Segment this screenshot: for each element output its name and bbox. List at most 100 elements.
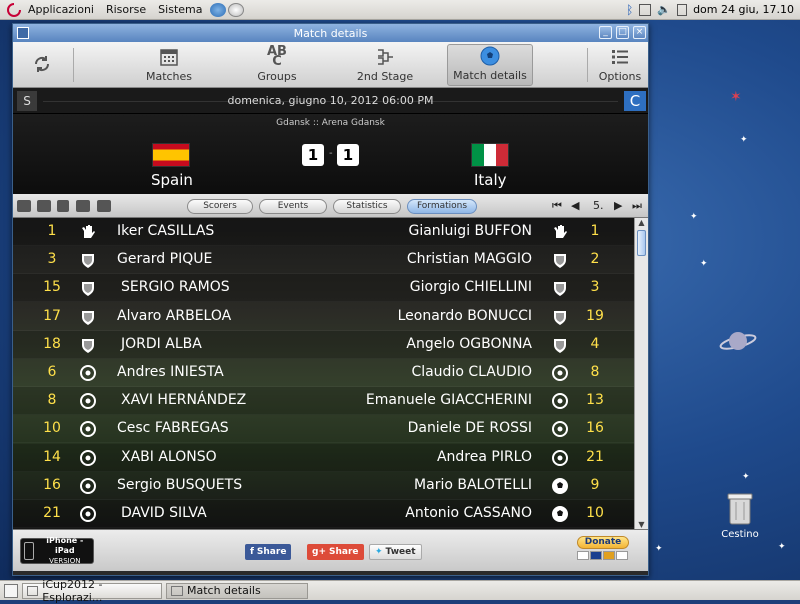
donate-button[interactable]: Donate: [577, 536, 633, 566]
gplus-share-button[interactable]: g+ Share: [307, 544, 364, 560]
lineup-row[interactable]: 10 Cesc FABREGAS Daniele DE ROSSI 16: [13, 415, 635, 444]
facebook-share-label: Share: [256, 547, 287, 557]
home-shield-icon: [79, 336, 97, 354]
list-scrollbar[interactable]: ▲ ▼: [634, 218, 648, 529]
formations-list[interactable]: 1 Iker CASILLAS Gianluigi BUFFON 1 3 Gerard P…: [13, 218, 648, 529]
home-player-name: Sergio BUSQUETS: [117, 476, 243, 493]
home-shield-icon: [79, 279, 97, 297]
debian-logo-icon[interactable]: [6, 2, 22, 18]
refresh-button[interactable]: [27, 44, 57, 86]
tab-scorers[interactable]: Scorers: [187, 199, 253, 214]
flag-view-icon[interactable]: [57, 200, 69, 212]
toolbar-2nd-stage-button[interactable]: 2nd Stage: [349, 44, 421, 86]
browser-launcher-icon[interactable]: [210, 2, 227, 17]
facebook-share-button[interactable]: f Share: [245, 544, 292, 560]
bracket-icon: [378, 49, 393, 65]
lineup-row[interactable]: 8 XAVI HERNÁNDEZ Emanuele GIACCHERINI 13: [13, 387, 635, 416]
toolbar-matches-button[interactable]: Matches: [133, 44, 205, 86]
home-target-icon: [79, 477, 97, 495]
scroll-up-icon[interactable]: ▲: [635, 218, 648, 227]
lineup-row[interactable]: 1 Iker CASILLAS Gianluigi BUFFON 1: [13, 218, 635, 246]
players-view-icon[interactable]: [76, 200, 90, 212]
show-desktop-icon[interactable]: [4, 583, 18, 598]
lineup-row[interactable]: 3 Gerard PIQUE Christian MAGGIO 2: [13, 246, 635, 275]
app-footer: iPhone - iPad VERSION f Share g+ Share ✦ Tw…: [13, 529, 648, 571]
menu-places[interactable]: Risorse: [100, 3, 152, 16]
substitutes-view-icon[interactable]: [37, 200, 51, 212]
clock[interactable]: dom 24 giu, 17.10: [693, 3, 794, 16]
scroll-thumb[interactable]: [637, 230, 646, 256]
twitter-bird-icon: ✦: [375, 547, 383, 557]
away-ball-icon: [551, 477, 569, 495]
scroll-down-icon[interactable]: ▼: [635, 520, 648, 529]
away-player-name: Christian MAGGIO: [406, 251, 532, 268]
next-page-icon[interactable]: ▶: [614, 199, 622, 212]
tab-formations[interactable]: Formations: [407, 199, 477, 214]
last-page-icon[interactable]: ⏭: [632, 199, 642, 213]
away-target-icon: [551, 364, 569, 382]
planet-icon[interactable]: [718, 322, 758, 365]
window-title: Match details: [293, 26, 368, 40]
toolbar-options-button[interactable]: Options: [595, 44, 645, 86]
lineup-row[interactable]: 17 Alvaro ARBELOA Leonardo BONUCCI 19: [13, 303, 635, 331]
lineup-row[interactable]: 15 SERGIO RAMOS Giorgio CHIELLINI 3: [13, 274, 635, 303]
tweet-label: Tweet: [385, 547, 416, 557]
home-shirt-number: 10: [43, 420, 61, 437]
home-player-name: Iker CASILLAS: [117, 223, 215, 239]
battery-icon[interactable]: [677, 3, 688, 16]
toolbar-match-details-button[interactable]: Match details: [447, 44, 533, 86]
trash-desktop-icon[interactable]: Cestino: [715, 490, 765, 540]
first-page-icon[interactable]: ⏮: [552, 199, 562, 213]
away-player-name: Gianluigi BUFFON: [408, 223, 532, 239]
team-view-icon[interactable]: [97, 200, 111, 212]
home-player-name: XABI ALONSO: [121, 448, 217, 465]
lineup-row[interactable]: 6 Andres INIESTA Claudio CLAUDIO 8: [13, 359, 635, 387]
window-titlebar[interactable]: Match details _ □ ×: [13, 24, 648, 42]
menu-system[interactable]: Sistema: [152, 3, 208, 16]
minimize-button[interactable]: _: [599, 26, 612, 39]
menu-applications[interactable]: Applicazioni: [22, 3, 100, 16]
maximize-button[interactable]: □: [616, 26, 629, 39]
away-shield-icon: [551, 336, 569, 354]
soccer-ball-icon: [480, 46, 500, 66]
group-right-box[interactable]: C: [624, 91, 646, 111]
prev-page-icon[interactable]: ◀: [571, 199, 579, 212]
away-player-name: Andrea PIRLO: [436, 448, 532, 465]
away-shirt-number: 8: [590, 364, 600, 380]
window-icon: [27, 585, 39, 596]
lineup-view-icon[interactable]: [17, 200, 31, 212]
gplus-share-label: Share: [328, 547, 359, 557]
ipad-version-badge[interactable]: iPhone - iPad VERSION: [20, 536, 94, 565]
home-target-icon: [79, 505, 97, 523]
toolbar-groups-button[interactable]: AB C Groups: [241, 44, 313, 86]
home-player-name: Gerard PIQUE: [117, 251, 213, 268]
top-panel: Applicazioni Risorse Sistema ᛒ 🔈 dom 24 …: [0, 0, 800, 20]
lineup-row[interactable]: 14 XABI ALONSO Andrea PIRLO 21: [13, 443, 635, 472]
home-shirt-number: 15: [43, 279, 61, 296]
away-shirt-number: 21: [586, 448, 604, 465]
lineup-row[interactable]: 16 Sergio BUSQUETS Mario BALOTELLI 9: [13, 472, 635, 500]
taskbar-item-match-details[interactable]: Match details: [166, 582, 308, 599]
tweet-button[interactable]: ✦ Tweet: [369, 544, 422, 560]
away-shirt-number: 9: [590, 476, 600, 493]
close-button[interactable]: ×: [633, 26, 646, 39]
away-shirt-number: 10: [586, 505, 604, 521]
tab-statistics[interactable]: Statistics: [333, 199, 401, 214]
score-separator: -: [329, 148, 333, 159]
lineup-row[interactable]: 21 DAVID SILVA Antonio CASSANO 10: [13, 500, 635, 528]
page-number: 5.: [593, 199, 604, 212]
home-shirt-number: 3: [47, 251, 57, 268]
home-player-name: XAVI HERNÁNDEZ: [121, 392, 247, 409]
tab-events[interactable]: Events: [259, 199, 327, 214]
taskbar-item-icup[interactable]: iCup2012 - Esplorazi...: [22, 578, 162, 604]
home-shirt-number: 14: [43, 448, 61, 465]
home-target-icon: [79, 420, 97, 438]
match-details-window: Match details _ □ × Matches AB C Groups 2…: [12, 23, 649, 576]
network-icon[interactable]: [639, 3, 652, 16]
mail-launcher-icon[interactable]: [228, 2, 245, 17]
home-player-name: Andres INIESTA: [117, 364, 224, 380]
lineup-row[interactable]: 18 JORDI ALBA Angelo OGBONNA 4: [13, 330, 635, 359]
match-venue: Gdansk :: Arena Gdansk: [276, 118, 385, 128]
bluetooth-icon[interactable]: ᛒ: [626, 3, 633, 17]
volume-icon[interactable]: 🔈: [657, 3, 671, 16]
